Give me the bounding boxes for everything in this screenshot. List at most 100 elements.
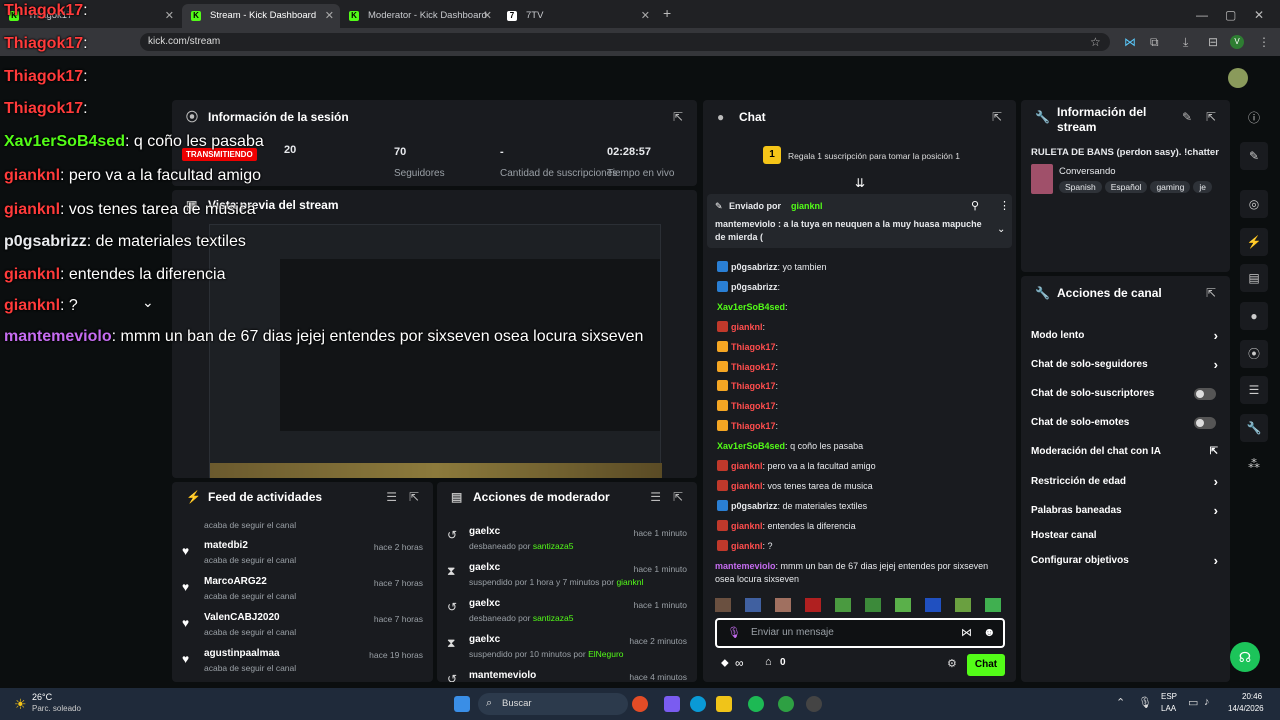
tag-chip[interactable]: je [1193,181,1212,193]
category-thumbnail[interactable] [1031,164,1053,194]
maximize-icon[interactable]: ▢ [1225,8,1236,22]
category-name[interactable]: Conversando [1059,166,1116,177]
edit-pencil-icon[interactable]: ✎ [1182,110,1192,125]
tab-4[interactable]: 7 7TV ✕ [498,4,656,28]
chat-bubble-icon[interactable]: ● [1240,302,1268,330]
edit-pencil-icon[interactable]: ✎ [1240,142,1268,170]
action-host-channel[interactable]: Hostear canal [1031,524,1220,548]
wrench-icon[interactable]: 🔧 [1240,414,1268,442]
feed-item-user[interactable]: MarcoARG22 [204,576,267,587]
weather-icon[interactable]: ☀ [14,696,27,713]
clock-time[interactable]: 20:46 [1242,692,1262,701]
apps-icon[interactable]: ⁂ [1240,450,1268,478]
chat-username[interactable]: p0gsabrizz [731,282,778,292]
close-icon[interactable]: ✕ [325,4,334,28]
chat-username[interactable]: Xav1erSoB4sed [717,441,785,451]
minimize-icon[interactable]: — [1196,8,1208,22]
filter-icon[interactable]: ☰ [650,482,661,512]
mod-action-target[interactable]: gaelxc [469,598,500,609]
discord-icon[interactable] [664,696,680,712]
volume-icon[interactable]: ♪ [1204,696,1210,708]
action-age-restriction[interactable]: Restricción de edad › [1031,470,1220,494]
feed-item-user[interactable]: matedbi2 [204,540,248,551]
mod-action-moderator[interactable]: gianknl [616,577,643,587]
action-slow-mode[interactable]: Modo lento › [1031,324,1220,348]
chat-username[interactable]: p0gsabrizz [731,262,778,272]
lightning-icon[interactable]: ⚡ [1240,228,1268,256]
emote-6[interactable] [865,598,881,612]
gift-rank-badge[interactable]: 1 [763,146,781,164]
chat-username[interactable]: gianknl [731,322,763,332]
tab-3[interactable]: K Moderator - Kick Dashboard ✕ [340,4,498,28]
popout-icon[interactable]: ⇱ [992,100,1002,134]
chat-username[interactable]: Thiagok17 [731,421,776,431]
mod-action-target[interactable]: gaelxc [469,634,500,645]
gift-sub-prompt[interactable]: Regala 1 suscripción para tomar la posic… [788,151,960,161]
mic-icon[interactable]: 🎙 [727,626,741,639]
network-icon[interactable]: ▭ [1188,696,1198,709]
mod-action-moderator[interactable]: santizaza5 [533,613,574,623]
screen-capture-icon[interactable]: ◎ [1240,190,1268,218]
chat-username[interactable]: Thiagok17 [731,342,776,352]
edge-icon[interactable] [690,696,706,712]
notes-icon[interactable]: ▤ [1240,264,1268,292]
tray-chevron-icon[interactable]: ⌃ [1116,696,1125,709]
tag-chip[interactable]: gaming [1150,181,1191,193]
popout-icon[interactable]: ⇱ [673,482,683,512]
chat-username[interactable]: Thiagok17 [731,381,776,391]
pinned-by-user[interactable]: gianknl [791,201,823,211]
user-avatar[interactable] [1228,68,1248,88]
clock-date[interactable]: 14/4/2026 [1228,704,1264,713]
close-icon[interactable]: ✕ [165,4,174,28]
emote-5[interactable] [835,598,851,612]
chrome-icon[interactable] [632,696,648,712]
emote-10[interactable] [985,598,1001,612]
action-configure-goals[interactable]: Configurar objetivos › [1031,549,1220,573]
subs-only-toggle[interactable] [1194,388,1216,400]
emote-1[interactable] [715,598,731,612]
download-icon[interactable]: ⤓ [1183,35,1188,50]
mod-action-moderator[interactable]: santizaza5 [533,541,574,551]
emote-4[interactable] [805,598,821,612]
tag-chip[interactable]: Spanish [1059,181,1102,193]
stream-preview-video[interactable] [209,224,662,478]
chat-username[interactable]: gianknl [731,461,763,471]
emote-9[interactable] [955,598,971,612]
vpn-icon[interactable]: ⊟ [1208,35,1218,49]
7tv-emote-icon[interactable]: ⋈ [961,626,972,639]
chat-username[interactable]: gianknl [731,481,763,491]
chat-username[interactable]: gianknl [731,521,763,531]
emotes-only-toggle[interactable] [1194,417,1216,429]
chat-input-box[interactable]: 🎙 Enviar un mensaje ⋈ ☻ [715,618,1005,648]
chat-settings-gear-icon[interactable]: ⚙ [947,657,957,670]
taskbar-search[interactable]: ⌕ Buscar [478,693,628,715]
extension-7tv-icon[interactable]: ⋈ [1124,35,1136,49]
profile-avatar[interactable]: V [1230,35,1244,49]
mod-action-moderator[interactable]: ElNeguro [588,649,623,659]
emote-2[interactable] [745,598,761,612]
emote-8[interactable] [925,598,941,612]
tab-2[interactable]: K Stream - Kick Dashboard ✕ [182,4,340,28]
chat-username[interactable]: Xav1erSoB4sed [717,302,785,312]
filter-icon[interactable]: ☰ [386,482,397,512]
close-icon[interactable]: ✕ [483,4,492,28]
scroll-down-icon[interactable]: ⇊ [855,176,865,190]
popout-icon[interactable]: ⇱ [409,482,419,512]
chat-username[interactable]: Thiagok17 [731,401,776,411]
chrome-profile-icon[interactable] [778,696,794,712]
mod-action-target[interactable]: mantemeviolo [469,670,536,681]
support-headset-button[interactable]: ☊ [1230,642,1260,672]
popout-icon[interactable]: ⇱ [1206,276,1216,310]
send-chat-button[interactable]: Chat [967,654,1005,676]
broadcast-icon[interactable]: ⦿ [1240,340,1268,368]
mod-action-target[interactable]: gaelxc [469,526,500,537]
obs-icon[interactable] [806,696,822,712]
windows-start-icon[interactable] [454,696,470,712]
expand-chevron-icon[interactable]: ⌄ [997,224,1005,235]
points-icon[interactable]: ⬥ [721,657,729,670]
action-banned-words[interactable]: Palabras baneadas › [1031,499,1220,523]
emoji-icon[interactable]: ☻ [983,625,996,639]
action-ai-moderation[interactable]: Moderación del chat con IA ⇱ [1031,440,1220,464]
action-followers-only[interactable]: Chat de solo-seguidores › [1031,353,1220,377]
gift-box-icon[interactable]: ⌂ [765,656,772,668]
